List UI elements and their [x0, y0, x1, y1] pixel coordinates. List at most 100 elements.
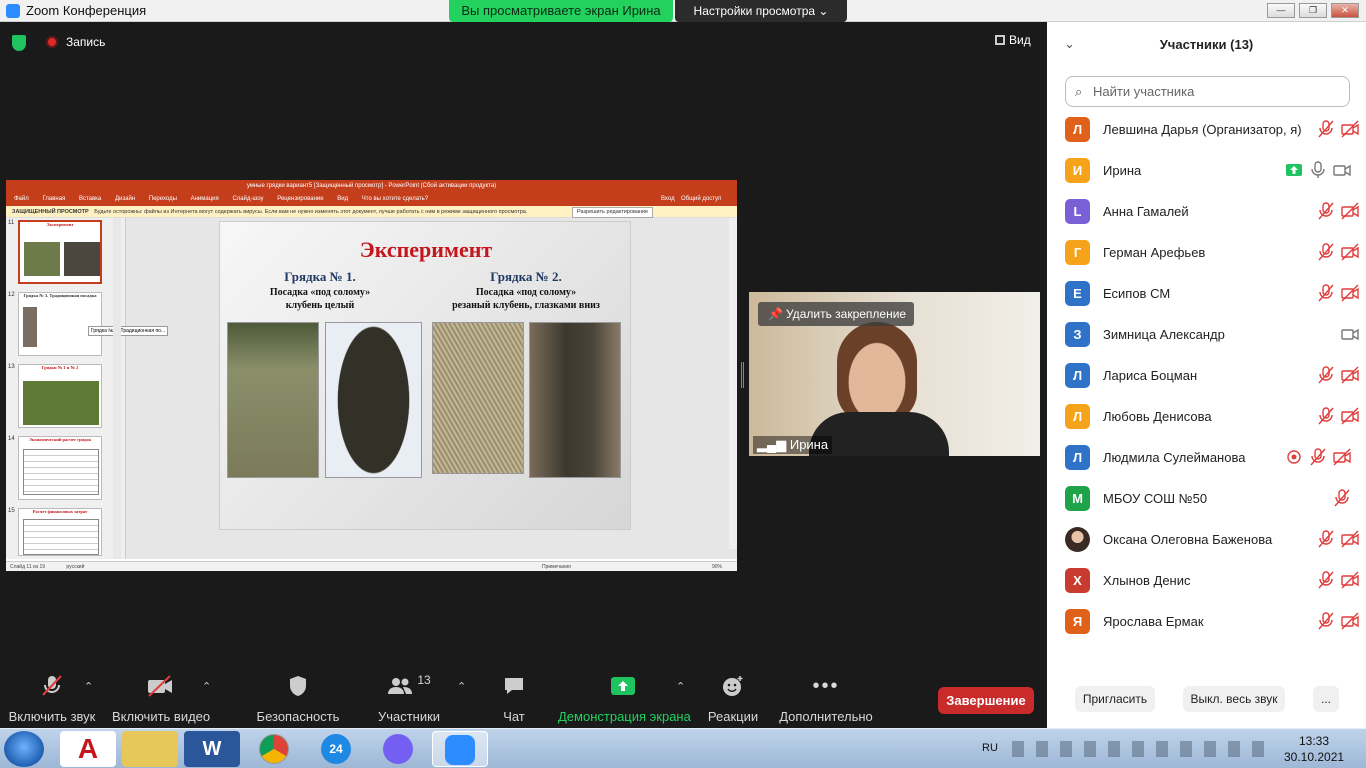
- end-meeting-button[interactable]: Завершение: [938, 687, 1034, 714]
- chat-button[interactable]: Чат: [494, 670, 534, 728]
- more-button[interactable]: ••• Дополнительно: [778, 670, 874, 728]
- language-indicator[interactable]: RU: [982, 742, 998, 754]
- security-shield-icon[interactable]: [12, 35, 26, 51]
- mic-muted-icon[interactable]: [1317, 571, 1335, 589]
- close-button[interactable]: ✕: [1331, 3, 1359, 18]
- participant-row[interactable]: Г Герман Арефьев: [1047, 233, 1366, 274]
- explorer-app[interactable]: [122, 731, 178, 767]
- participant-row[interactable]: И Ирина: [1047, 151, 1366, 192]
- screen-share-icon[interactable]: [1285, 161, 1303, 179]
- security-button[interactable]: Безопасность: [256, 670, 340, 728]
- start-video-button[interactable]: Включить видео: [112, 670, 210, 728]
- participant-row[interactable]: М МБОУ СОШ №50: [1047, 479, 1366, 520]
- mic-icon[interactable]: [1309, 161, 1327, 179]
- mic-muted-icon[interactable]: [1317, 366, 1335, 384]
- minimize-button[interactable]: —: [1267, 3, 1295, 18]
- notes-button[interactable]: Примечания: [542, 562, 571, 571]
- participant-row[interactable]: Я Ярослава Ермак: [1047, 602, 1366, 643]
- mute-all-button[interactable]: Выкл. весь звук: [1183, 686, 1285, 712]
- clock[interactable]: 13:33 30.10.2021: [1284, 733, 1344, 765]
- view-options-button[interactable]: Настройки просмотра ⌄: [675, 0, 847, 22]
- participant-row[interactable]: Оксана Олеговна Баженова: [1047, 520, 1366, 561]
- participant-row[interactable]: Х Хлынов Денис: [1047, 561, 1366, 602]
- autocad-app[interactable]: A: [60, 731, 116, 767]
- camera-off-icon[interactable]: [1341, 530, 1359, 548]
- participant-row[interactable]: Л Любовь Денисова: [1047, 397, 1366, 438]
- participant-row[interactable]: Л Лариса Боцман: [1047, 356, 1366, 397]
- participant-row[interactable]: Л Левшина Дарья (Организатор, я): [1047, 110, 1366, 151]
- slide-scrollbar[interactable]: [729, 218, 737, 549]
- camera-off-icon[interactable]: [1333, 448, 1351, 466]
- unmute-button[interactable]: Включить звук: [6, 670, 98, 728]
- video-tile[interactable]: 📌 Удалить закрепление ▂▄▆ Ирина: [749, 292, 1040, 456]
- mic-muted-icon[interactable]: [1333, 489, 1351, 507]
- camera-icon[interactable]: [1333, 161, 1351, 179]
- view-button[interactable]: Вид: [995, 33, 1031, 47]
- mic-muted-icon[interactable]: [1317, 120, 1335, 138]
- participants-button[interactable]: 13 Участники: [376, 670, 442, 728]
- participants-caret[interactable]: ⌃: [457, 680, 467, 693]
- audio-options-caret[interactable]: ⌃: [84, 680, 94, 693]
- search-participant-input[interactable]: ⌕ Найти участника: [1065, 76, 1350, 107]
- mic-muted-icon[interactable]: [1309, 448, 1327, 466]
- camera-off-icon[interactable]: [1341, 407, 1359, 425]
- participant-row[interactable]: Л Людмила Сулейманова: [1047, 438, 1366, 479]
- camera-off-icon[interactable]: [1341, 120, 1359, 138]
- unpin-button[interactable]: 📌 Удалить закрепление: [758, 302, 914, 326]
- invite-button[interactable]: Пригласить: [1075, 686, 1155, 712]
- slide-thumb[interactable]: Экономический расчет грядок: [18, 436, 102, 500]
- avatar: М: [1065, 486, 1090, 511]
- camera-off-icon[interactable]: [1341, 612, 1359, 630]
- mic-muted-icon[interactable]: [1317, 202, 1335, 220]
- mic-muted-icon[interactable]: [1317, 284, 1335, 302]
- share-options-caret[interactable]: ⌃: [676, 680, 686, 693]
- slide-thumb[interactable]: Расчет финансовых затрат: [18, 508, 102, 556]
- menu-slideshow[interactable]: Слайд-шоу: [232, 196, 263, 202]
- menu-share[interactable]: Общий доступ: [681, 193, 721, 206]
- recording-icon[interactable]: [1285, 448, 1303, 466]
- participant-row[interactable]: З Зимница Александр: [1047, 315, 1366, 356]
- camera-off-icon[interactable]: [1341, 202, 1359, 220]
- slide-thumb[interactable]: Эксперимент: [18, 220, 102, 284]
- record-label[interactable]: Запись: [66, 35, 105, 49]
- menu-view[interactable]: Вид: [337, 196, 348, 202]
- participant-row[interactable]: Е Есипов СМ: [1047, 274, 1366, 315]
- reactions-button[interactable]: Реакции: [706, 670, 760, 728]
- camera-off-icon[interactable]: [1341, 571, 1359, 589]
- mic-muted-icon[interactable]: [1317, 612, 1335, 630]
- mic-muted-icon[interactable]: [1317, 530, 1335, 548]
- camera-icon[interactable]: [1341, 325, 1359, 343]
- menu-transitions[interactable]: Переходы: [149, 196, 177, 202]
- chrome-app[interactable]: [246, 731, 302, 767]
- menu-home[interactable]: Главная: [42, 196, 65, 202]
- share-screen-button[interactable]: Демонстрация экрана: [558, 670, 691, 728]
- camera-off-icon[interactable]: [1341, 366, 1359, 384]
- zoom-app[interactable]: [432, 731, 488, 767]
- thumbs-scrollbar[interactable]: [113, 218, 121, 559]
- panel-more-button[interactable]: ...: [1313, 686, 1339, 712]
- splitter-handle[interactable]: [741, 362, 744, 388]
- mic-muted-icon[interactable]: [1317, 407, 1335, 425]
- menu-insert[interactable]: Вставка: [79, 196, 101, 202]
- slide-thumb[interactable]: Грядка № 3. Традиционная посадка: [18, 292, 102, 356]
- slide-thumb[interactable]: Грядки № 1 и № 2: [18, 364, 102, 428]
- participant-row[interactable]: L Анна Гамалей: [1047, 192, 1366, 233]
- menu-tell-me[interactable]: Что вы хотите сделать?: [362, 196, 428, 202]
- restore-button[interactable]: ❐: [1299, 3, 1327, 18]
- start-button[interactable]: [4, 731, 44, 767]
- menu-animation[interactable]: Анимация: [191, 196, 219, 202]
- menu-signin[interactable]: Вход: [661, 193, 675, 206]
- word-app[interactable]: W: [184, 731, 240, 767]
- app-24[interactable]: 24: [308, 731, 364, 767]
- right-sub1: Посадка «под солому»: [475, 287, 577, 298]
- menu-review[interactable]: Рецензирование: [277, 196, 323, 202]
- avatar: Г: [1065, 240, 1090, 265]
- menu-design[interactable]: Дизайн: [115, 196, 135, 202]
- camera-off-icon[interactable]: [1341, 243, 1359, 261]
- video-options-caret[interactable]: ⌃: [202, 680, 212, 693]
- camera-off-icon[interactable]: [1341, 284, 1359, 302]
- viber-app[interactable]: [370, 731, 426, 767]
- menu-file[interactable]: Файл: [14, 196, 29, 202]
- enable-editing-button[interactable]: Разрешить редактирование: [572, 207, 654, 218]
- mic-muted-icon[interactable]: [1317, 243, 1335, 261]
